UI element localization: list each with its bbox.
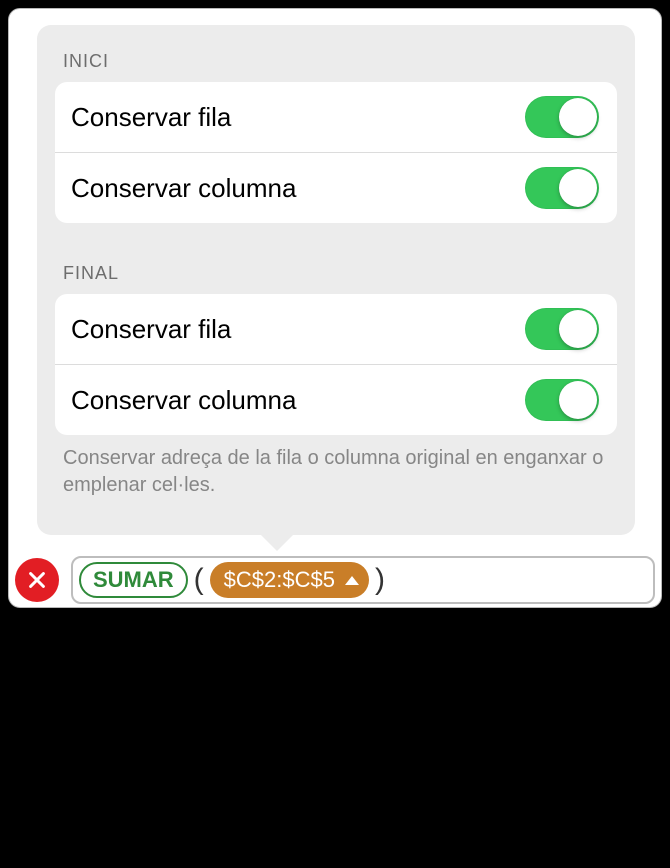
reference-text: $C$2:$C$5 <box>224 567 335 593</box>
start-keep-row: Conservar fila <box>55 82 617 152</box>
popover-arrow <box>259 533 295 551</box>
end-card: Conservar fila Conservar columna <box>55 294 617 435</box>
start-keep-row-label: Conservar fila <box>71 102 231 133</box>
start-keep-col: Conservar columna <box>55 152 617 223</box>
end-keep-row: Conservar fila <box>55 294 617 364</box>
close-button[interactable] <box>15 558 59 602</box>
start-keep-col-toggle[interactable] <box>525 167 599 209</box>
close-icon <box>26 569 48 591</box>
footnote-text: Conservar adreça de la fila o columna or… <box>63 445 609 499</box>
reference-pill[interactable]: $C$2:$C$5 <box>210 562 369 598</box>
end-keep-col: Conservar columna <box>55 364 617 435</box>
formula-input[interactable]: SUMAR ( $C$2:$C$5 ) <box>71 556 655 604</box>
open-paren: ( <box>192 562 206 598</box>
section-title-end: FINAL <box>63 263 617 284</box>
end-keep-row-toggle[interactable] <box>525 308 599 350</box>
annotation-leader-line <box>224 608 226 688</box>
start-keep-col-label: Conservar columna <box>71 173 296 204</box>
formula-bar: SUMAR ( $C$2:$C$5 ) <box>9 551 661 609</box>
end-keep-col-label: Conservar columna <box>71 385 296 416</box>
start-keep-row-toggle[interactable] <box>525 96 599 138</box>
start-card: Conservar fila Conservar columna <box>55 82 617 223</box>
reference-options-popover: INICI Conservar fila Conservar columna F… <box>37 25 635 535</box>
caret-up-icon <box>345 576 359 585</box>
function-pill[interactable]: SUMAR <box>79 562 188 598</box>
end-keep-col-toggle[interactable] <box>525 379 599 421</box>
end-keep-row-label: Conservar fila <box>71 314 231 345</box>
close-paren: ) <box>373 562 387 598</box>
section-title-start: INICI <box>63 51 617 72</box>
